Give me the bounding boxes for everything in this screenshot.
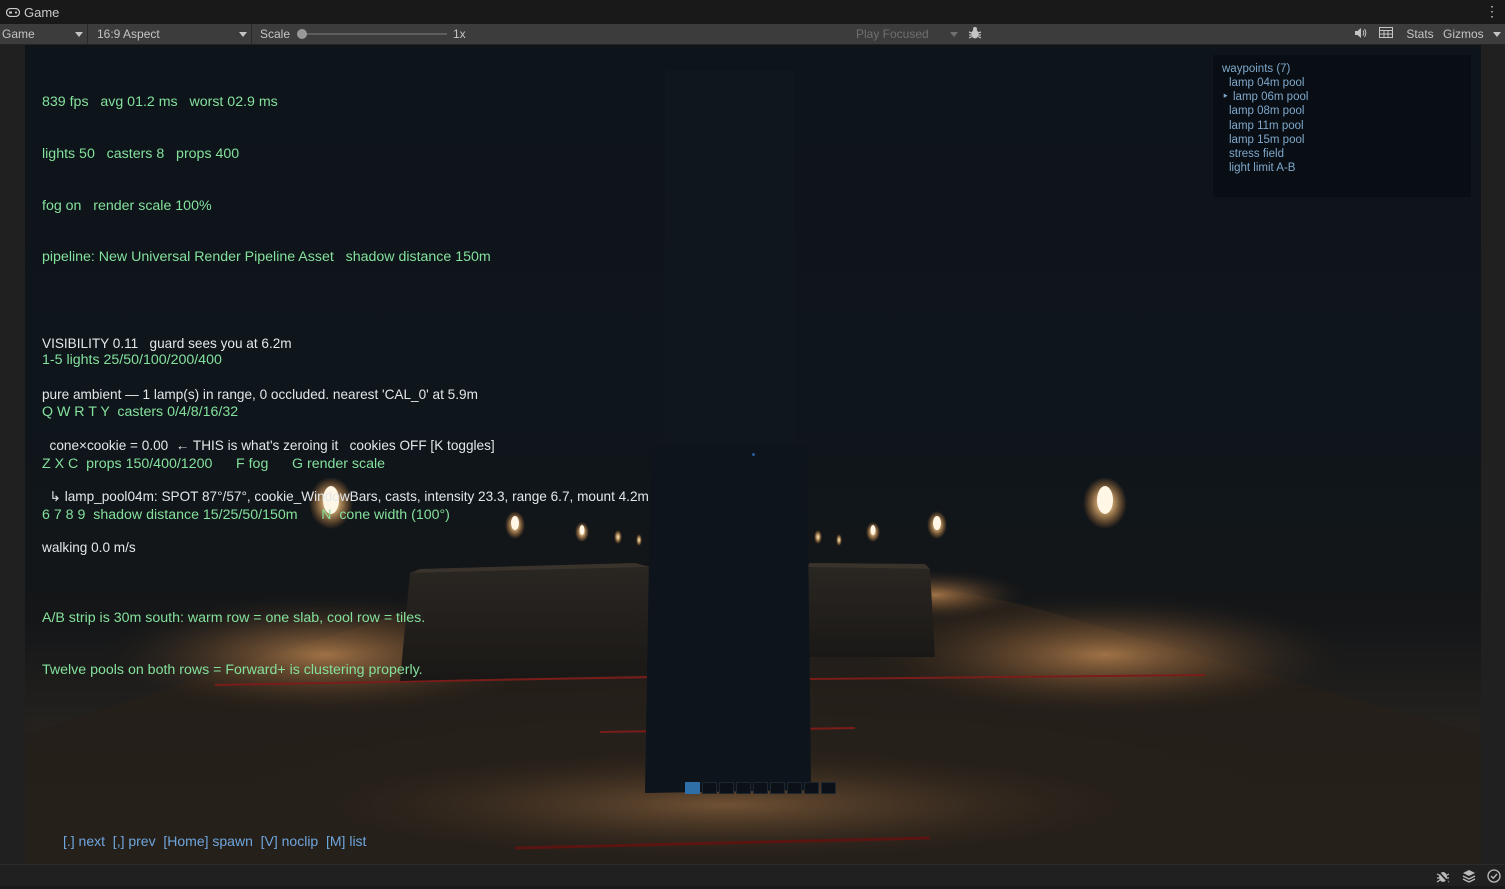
play-mode-label: Play Focused bbox=[856, 27, 929, 41]
chevron-down-icon bbox=[75, 32, 83, 37]
viewport-right-margin bbox=[1481, 45, 1505, 864]
aspect-dropdown-label: 16:9 Aspect bbox=[97, 27, 160, 41]
gamepad-icon bbox=[6, 7, 20, 17]
chevron-down-icon bbox=[239, 32, 247, 37]
hotbar-slot[interactable] bbox=[804, 782, 819, 794]
window-tab-bar: Game ⋮ bbox=[0, 0, 1505, 24]
stats-line: Twelve pools on both rows = Forward+ is … bbox=[42, 661, 423, 678]
waypoint-item[interactable]: lamp 11m pool bbox=[1222, 119, 1308, 133]
display-dropdown-label: Game bbox=[2, 27, 35, 41]
layout-grid-button[interactable] bbox=[1376, 24, 1396, 44]
chevron-down-icon bbox=[950, 32, 958, 37]
bug-icon bbox=[968, 26, 982, 43]
waypoint-item[interactable]: light limit A-B bbox=[1222, 161, 1308, 175]
aspect-dropdown[interactable]: 16:9 Aspect bbox=[92, 24, 252, 44]
layers-icon[interactable] bbox=[1461, 868, 1477, 884]
waypoint-item[interactable]: stress field bbox=[1222, 147, 1308, 161]
scale-control: Scale 1x bbox=[260, 24, 480, 44]
hotbar-slot[interactable] bbox=[770, 782, 785, 794]
hotbar-slot[interactable] bbox=[719, 782, 734, 794]
hotbar-slot[interactable] bbox=[753, 782, 768, 794]
viewport-left-margin bbox=[0, 45, 25, 864]
tab-game-label: Game bbox=[24, 4, 60, 20]
tab-game[interactable]: Game bbox=[0, 0, 67, 24]
crate-right bbox=[805, 567, 935, 657]
waypoints-panel: waypoints (7) lamp 04m pool lamp 06m poo… bbox=[1213, 55, 1471, 197]
debug-bug-button[interactable] bbox=[964, 24, 986, 44]
stats-button[interactable]: Stats bbox=[1402, 24, 1438, 44]
visibility-overlay: VISIBILITY 0.11 guard sees you at 6.2m p… bbox=[42, 301, 782, 590]
gizmos-label: Gizmos bbox=[1443, 27, 1484, 41]
game-view-toolbar: Game 16:9 Aspect Scale 1x Play Focused S… bbox=[0, 24, 1505, 45]
gizmos-dropdown[interactable]: Gizmos bbox=[1440, 24, 1505, 44]
visibility-line: pure ambient — 1 lamp(s) in range, 0 occ… bbox=[42, 387, 478, 402]
hotbar-slot-active[interactable] bbox=[685, 782, 700, 794]
mute-audio-button[interactable] bbox=[1350, 24, 1370, 44]
visibility-line: ↳ lamp_pool04m: SPOT 87°/57°, cookie_Win… bbox=[42, 489, 649, 504]
visibility-line: cone×cookie = 0.00 ← THIS is what's zero… bbox=[42, 438, 495, 453]
check-circle-icon[interactable] bbox=[1486, 868, 1502, 884]
waypoints-title: waypoints (7) bbox=[1222, 63, 1291, 75]
waypoint-item-selected[interactable]: lamp 06m pool bbox=[1222, 90, 1308, 104]
display-dropdown[interactable]: Game bbox=[0, 24, 88, 44]
waypoint-item[interactable]: lamp 08m pool bbox=[1222, 104, 1308, 118]
status-bar bbox=[0, 864, 1505, 886]
waypoints-list: lamp 04m pool lamp 06m pool lamp 08m poo… bbox=[1222, 76, 1308, 175]
stats-line: A/B strip is 30m south: warm row = one s… bbox=[42, 610, 426, 627]
scale-slider-track[interactable] bbox=[302, 33, 447, 35]
chevron-down-icon bbox=[1493, 32, 1501, 37]
stats-line: fog on render scale 100% bbox=[42, 197, 212, 214]
kebab-menu-icon[interactable]: ⋮ bbox=[1485, 4, 1499, 18]
waypoint-item[interactable]: lamp 15m pool bbox=[1222, 133, 1308, 147]
controls-hint: [.] next [,] prev [Home] spawn [V] nocli… bbox=[63, 833, 367, 849]
play-mode-dropdown[interactable]: Play Focused bbox=[852, 24, 962, 44]
speaker-icon bbox=[1354, 27, 1367, 42]
hotbar bbox=[685, 782, 836, 794]
debug-bug-icon[interactable] bbox=[1435, 868, 1451, 884]
hotbar-slot[interactable] bbox=[736, 782, 751, 794]
game-viewport[interactable]: 839 fps avg 01.2 ms worst 02.9 ms lights… bbox=[25, 45, 1481, 864]
hotbar-slot[interactable] bbox=[787, 782, 802, 794]
scale-label: Scale bbox=[260, 27, 291, 41]
stats-line: pipeline: New Universal Render Pipeline … bbox=[42, 249, 491, 266]
stats-button-label: Stats bbox=[1406, 27, 1434, 41]
scale-slider-thumb[interactable] bbox=[297, 29, 307, 39]
stats-line: 839 fps avg 01.2 ms worst 02.9 ms bbox=[42, 94, 278, 111]
hotbar-slot[interactable] bbox=[702, 782, 717, 794]
scale-value: 1x bbox=[453, 27, 466, 41]
visibility-line: walking 0.0 m/s bbox=[42, 540, 136, 555]
waypoint-item[interactable]: lamp 04m pool bbox=[1222, 76, 1308, 90]
visibility-line: VISIBILITY 0.11 guard sees you at 6.2m bbox=[42, 336, 292, 351]
hotbar-slot[interactable] bbox=[821, 782, 836, 794]
stats-line: lights 50 casters 8 props 400 bbox=[42, 146, 240, 162]
grid-icon bbox=[1379, 27, 1393, 41]
